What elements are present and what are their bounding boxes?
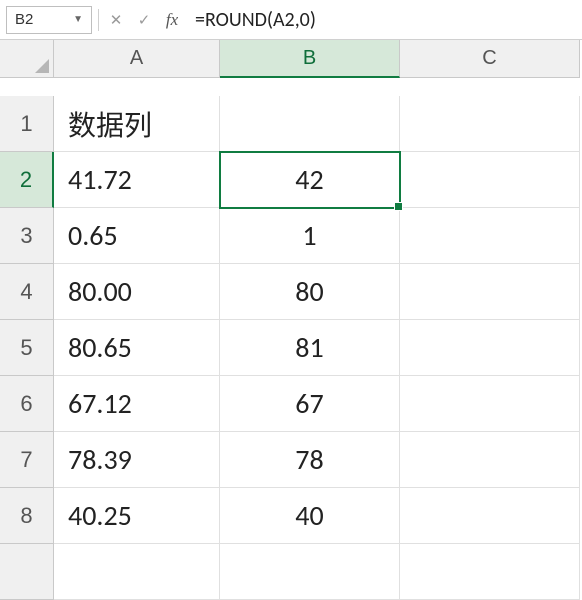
name-box[interactable]: B2 ▼ (6, 6, 92, 34)
cell-A2[interactable]: 41.72 (54, 152, 220, 208)
cell-C7[interactable] (400, 432, 580, 488)
row-header-9[interactable] (0, 544, 54, 600)
cell-B6[interactable]: 67 (220, 376, 400, 432)
row-header-2[interactable]: 2 (0, 152, 54, 208)
spreadsheet-grid: A B C 1 数据列 2 41.72 42 3 0.65 1 4 80.00 … (0, 40, 582, 600)
cell-C4[interactable] (400, 264, 580, 320)
cell-A4[interactable]: 80.00 (54, 264, 220, 320)
cell-B4[interactable]: 80 (220, 264, 400, 320)
fx-icon[interactable]: fx (161, 8, 183, 32)
cell-B2[interactable]: 42 (220, 152, 400, 208)
cell-C6[interactable] (400, 376, 580, 432)
row-header-1[interactable]: 1 (0, 96, 54, 152)
cell-C8[interactable] (400, 488, 580, 544)
cell-B3[interactable]: 1 (220, 208, 400, 264)
select-all-corner[interactable] (0, 40, 54, 78)
chevron-down-icon: ▼ (73, 14, 83, 25)
cell-B9[interactable] (220, 544, 400, 600)
formula-bar: B2 ▼ ✕ ✓ fx =ROUND(A2,0) (0, 0, 582, 40)
row-header-7[interactable]: 7 (0, 432, 54, 488)
cell-C1[interactable] (400, 96, 580, 152)
cell-A1[interactable]: 数据列 (54, 96, 220, 152)
cell-A7[interactable]: 78.39 (54, 432, 220, 488)
cell-A8[interactable]: 40.25 (54, 488, 220, 544)
cell-B1[interactable] (220, 96, 400, 152)
cancel-icon[interactable]: ✕ (105, 8, 127, 32)
separator (98, 9, 99, 31)
cell-B7[interactable]: 78 (220, 432, 400, 488)
cell-C9[interactable] (400, 544, 580, 600)
cell-C3[interactable] (400, 208, 580, 264)
cell-A6[interactable]: 67.12 (54, 376, 220, 432)
cell-A3[interactable]: 0.65 (54, 208, 220, 264)
col-header-B[interactable]: B (220, 40, 400, 78)
confirm-icon[interactable]: ✓ (133, 8, 155, 32)
cell-C2[interactable] (400, 152, 580, 208)
name-box-value: B2 (15, 11, 33, 28)
cell-B8[interactable]: 40 (220, 488, 400, 544)
cell-A5[interactable]: 80.65 (54, 320, 220, 376)
row-header-5[interactable]: 5 (0, 320, 54, 376)
col-header-C[interactable]: C (400, 40, 580, 78)
row-header-4[interactable]: 4 (0, 264, 54, 320)
cell-C5[interactable] (400, 320, 580, 376)
row-header-8[interactable]: 8 (0, 488, 54, 544)
col-header-A[interactable]: A (54, 40, 220, 78)
row-header-6[interactable]: 6 (0, 376, 54, 432)
formula-input[interactable]: =ROUND(A2,0) (189, 6, 576, 34)
row-header-3[interactable]: 3 (0, 208, 54, 264)
cell-B5[interactable]: 81 (220, 320, 400, 376)
cell-A9[interactable] (54, 544, 220, 600)
